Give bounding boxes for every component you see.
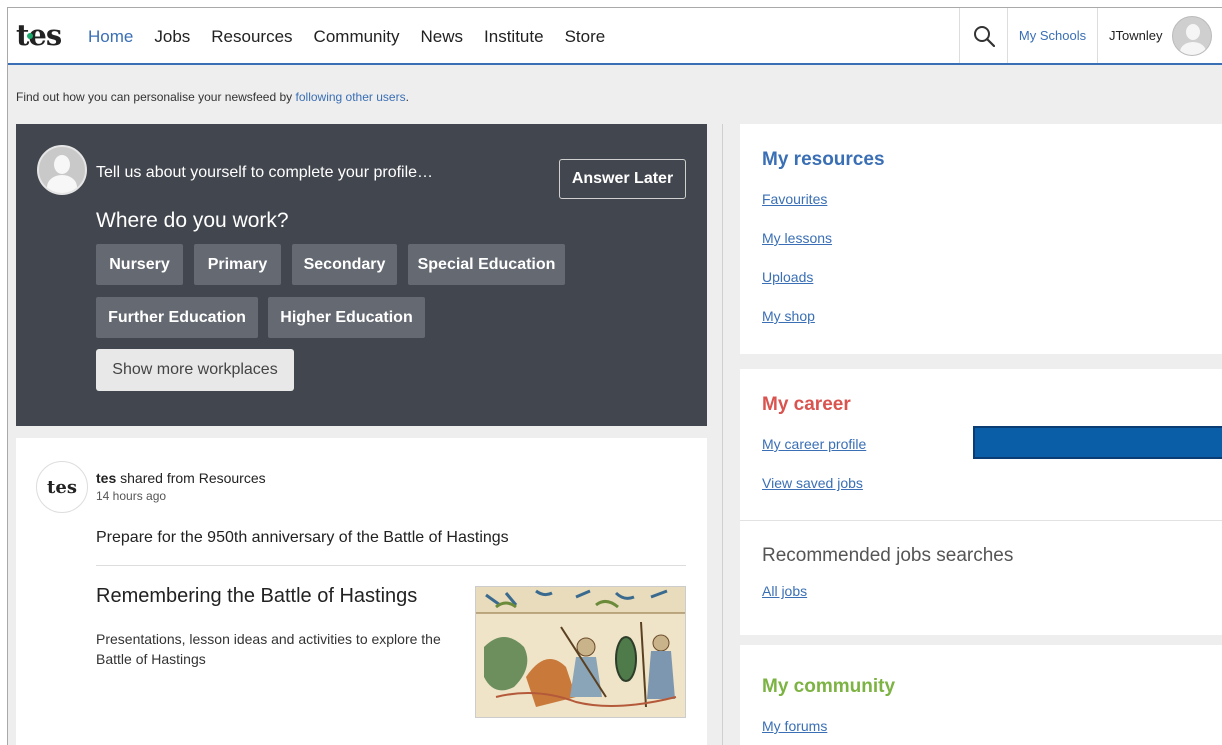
nav-jobs[interactable]: Jobs xyxy=(154,26,190,48)
all-jobs-link[interactable]: All jobs xyxy=(762,583,807,599)
nav-store[interactable]: Store xyxy=(565,26,606,48)
post-tes-logo[interactable]: tes xyxy=(36,461,88,513)
saved-jobs-link[interactable]: View saved jobs xyxy=(762,475,863,491)
nav-community[interactable]: Community xyxy=(314,26,400,48)
article-title[interactable]: Remembering the Battle of Hastings xyxy=(96,585,417,608)
career-separator xyxy=(740,520,1222,521)
username: JTownley xyxy=(1109,28,1163,43)
newsfeed-info: Find out how you can personalise your ne… xyxy=(16,90,409,104)
favourites-link[interactable]: Favourites xyxy=(762,191,827,207)
post-divider xyxy=(96,565,686,566)
option-higher-education[interactable]: Higher Education xyxy=(268,297,425,338)
my-community-title: My community xyxy=(762,676,896,697)
top-header: tes Home Jobs Resources Community News I… xyxy=(8,8,1222,65)
nav-resources[interactable]: Resources xyxy=(211,26,292,48)
my-lessons-link[interactable]: My lessons xyxy=(762,230,832,246)
post-text: Prepare for the 950th anniversary of the… xyxy=(96,529,509,546)
main-nav: Home Jobs Resources Community News Insti… xyxy=(88,26,626,48)
my-resources-panel: My resources Favourites My lessons Uploa… xyxy=(740,124,1222,354)
my-community-panel: My community My forums xyxy=(740,645,1222,745)
my-career-title: My career xyxy=(762,394,851,415)
my-shop-link[interactable]: My shop xyxy=(762,308,815,324)
option-special-education[interactable]: Special Education xyxy=(408,244,565,285)
profile-avatar-icon xyxy=(37,145,87,195)
career-profile-link[interactable]: My career profile xyxy=(762,436,866,452)
option-further-education[interactable]: Further Education xyxy=(96,297,258,338)
feed-post: tes tes shared from Resources 14 hours a… xyxy=(16,438,707,745)
my-schools-link[interactable]: My Schools xyxy=(1007,8,1097,63)
show-more-workplaces-button[interactable]: Show more workplaces xyxy=(96,349,294,391)
search-button[interactable] xyxy=(959,8,1007,63)
option-nursery[interactable]: Nursery xyxy=(96,244,183,285)
answer-later-button[interactable]: Answer Later xyxy=(559,159,686,199)
article-thumbnail[interactable] xyxy=(475,586,686,718)
bayeux-tapestry-image xyxy=(476,587,685,717)
post-timestamp: 14 hours ago xyxy=(96,489,167,503)
header-right: My Schools JTownley xyxy=(959,8,1222,63)
profile-prompt-text: Tell us about yourself to complete your … xyxy=(96,164,434,181)
my-career-panel: My career My career profile View saved j… xyxy=(740,369,1222,635)
nav-news[interactable]: News xyxy=(421,26,464,48)
user-avatar-icon xyxy=(1172,15,1213,56)
nav-home[interactable]: Home xyxy=(88,26,133,48)
option-primary[interactable]: Primary xyxy=(194,244,281,285)
workplace-question: Where do you work? xyxy=(96,209,289,232)
nav-institute[interactable]: Institute xyxy=(484,26,544,48)
author-name[interactable]: tes xyxy=(96,470,116,486)
logo-dot xyxy=(27,33,33,39)
career-banner[interactable] xyxy=(973,426,1222,459)
option-secondary[interactable]: Secondary xyxy=(292,244,397,285)
user-menu[interactable]: JTownley xyxy=(1097,8,1222,63)
search-icon xyxy=(973,25,995,47)
profile-prompt-card: Tell us about yourself to complete your … xyxy=(16,124,707,426)
column-divider xyxy=(722,124,723,745)
uploads-link[interactable]: Uploads xyxy=(762,269,813,285)
following-users-link[interactable]: following other users xyxy=(296,90,406,104)
post-author: tes shared from Resources xyxy=(96,470,266,486)
article-description: Presentations, lesson ideas and activiti… xyxy=(96,631,441,667)
recommended-jobs-title: Recommended jobs searches xyxy=(762,545,1014,566)
browser-frame: tes Home Jobs Resources Community News I… xyxy=(7,7,1222,745)
my-resources-title: My resources xyxy=(762,149,885,170)
tes-logo[interactable]: tes xyxy=(16,20,62,50)
my-forums-link[interactable]: My forums xyxy=(762,718,827,734)
